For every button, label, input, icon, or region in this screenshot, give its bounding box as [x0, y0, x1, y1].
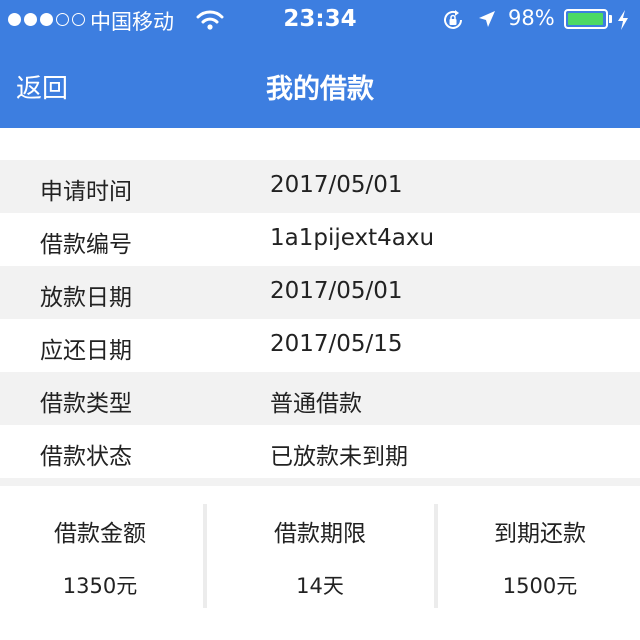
- detail-label: 应还日期: [40, 338, 132, 364]
- detail-row: 应还日期 2017/05/15: [0, 319, 640, 372]
- summary-value: 1350元: [62, 574, 138, 598]
- detail-row: 借款编号 1a1pijext4axu: [0, 213, 640, 266]
- summary-amount: 借款金额 1350元: [0, 504, 200, 608]
- detail-label: 借款类型: [40, 391, 132, 417]
- detail-row: 放款日期 2017/05/01: [0, 266, 640, 319]
- detail-value: 已放款未到期: [270, 444, 408, 470]
- battery-cap: [609, 15, 612, 23]
- battery-percent: 98%: [508, 6, 555, 30]
- summary-repayment: 到期还款 1500元: [440, 504, 640, 608]
- summary-value: 1500元: [502, 574, 578, 598]
- detail-row: 借款状态 已放款未到期: [0, 425, 640, 478]
- section-divider: [0, 478, 640, 486]
- summary-value: 14天: [296, 574, 344, 598]
- summary-label: 借款金额: [54, 521, 146, 547]
- battery-fill: [568, 13, 604, 25]
- detail-value: 1a1pijext4axu: [270, 225, 435, 251]
- detail-row: 借款类型 普通借款: [0, 372, 640, 425]
- charging-bolt-icon: [617, 10, 629, 36]
- detail-row: 申请时间 2017/05/01: [0, 160, 640, 213]
- orientation-lock-icon: [441, 8, 465, 38]
- top-bar: 中国移动 23:34 98% 返回 我的借款: [0, 0, 640, 128]
- detail-label: 借款状态: [40, 444, 132, 470]
- detail-label: 申请时间: [40, 179, 132, 205]
- detail-value: 普通借款: [270, 391, 362, 417]
- loan-summary: 借款金额 1350元 借款期限 14天 到期还款 1500元: [0, 504, 640, 608]
- detail-value: 2017/05/01: [270, 172, 403, 198]
- nav-bar: 返回 我的借款: [0, 40, 640, 128]
- location-arrow-icon: [477, 9, 497, 35]
- summary-divider: [434, 504, 438, 608]
- summary-label: 借款期限: [274, 521, 366, 547]
- detail-value: 2017/05/15: [270, 331, 403, 357]
- summary-divider: [203, 504, 207, 608]
- summary-term: 借款期限 14天: [220, 504, 420, 608]
- page-title: 我的借款: [266, 74, 374, 105]
- bottom-spacer: [0, 608, 640, 640]
- detail-label: 借款编号: [40, 232, 132, 258]
- battery-icon: [564, 9, 608, 29]
- loan-details-list: 申请时间 2017/05/01 借款编号 1a1pijext4axu 放款日期 …: [0, 160, 640, 478]
- detail-value: 2017/05/01: [270, 278, 403, 304]
- back-button[interactable]: 返回: [16, 68, 68, 105]
- detail-label: 放款日期: [40, 285, 132, 311]
- status-bar: 中国移动 23:34 98%: [0, 0, 640, 40]
- summary-label: 到期还款: [494, 521, 586, 547]
